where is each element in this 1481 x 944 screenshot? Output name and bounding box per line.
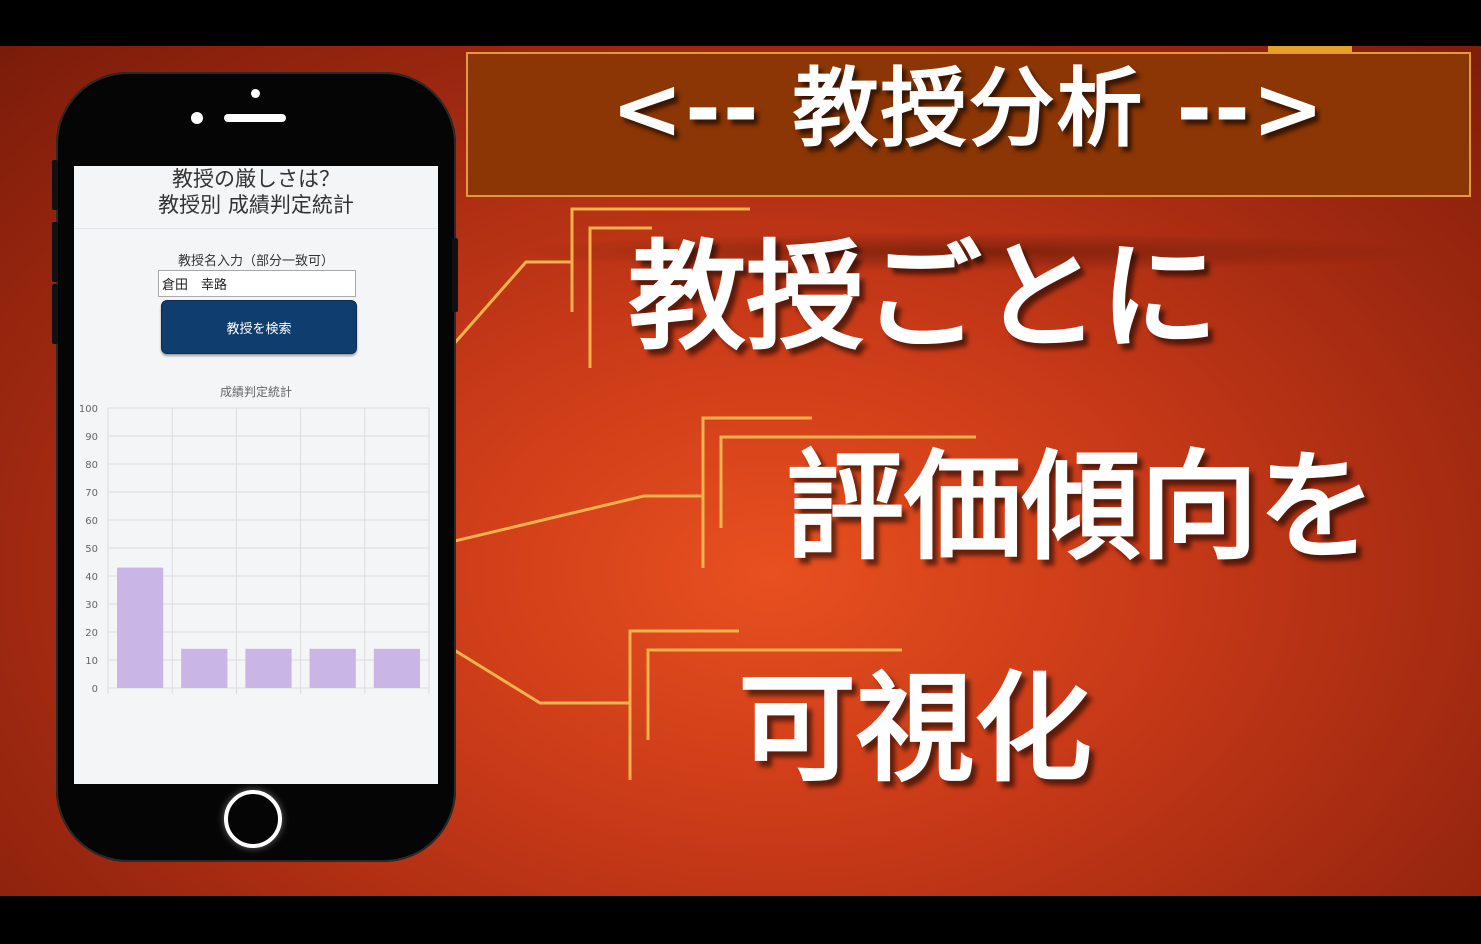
y-tick-label: 80 [85,460,98,471]
y-tick-label: 60 [85,516,98,527]
y-tick-label: 40 [85,572,98,583]
y-tick-label: 50 [85,544,98,555]
app-title-line-2: 教授別 成績判定統計 [158,193,354,217]
connector-1 [436,260,572,363]
bar-B [245,648,292,688]
app-title-line-1: 教授の厳しさは？ [172,167,340,191]
bar-S [116,567,164,688]
connector-3 [437,638,630,705]
caption-line-2: 評価傾向を [786,438,1377,576]
front-camera-icon [191,112,203,124]
phone-sensor [251,89,260,98]
phone-mute-switch [52,160,58,210]
professor-name-input[interactable] [158,270,356,297]
chart-title: 成績判定統計 [220,384,292,399]
y-tick-label: 10 [85,656,98,667]
phone-volume-down [52,284,58,344]
connector-2 [437,494,703,547]
y-tick-label: 30 [85,600,98,611]
y-tick-label: 90 [85,432,98,443]
phone-screen: 教授の厳しさは？ 教授別 成績判定統計 教授名入力（部分一致可） 教授を検索 成… [74,166,438,784]
professor-input-label: 教授名入力（部分一致可） [177,254,334,269]
y-tick-label: 100 [79,404,98,415]
bar-履 [373,648,421,688]
y-tick-label: 20 [85,628,98,639]
bar-C [309,648,356,688]
bar-A [181,648,228,688]
phone-volume-up [52,222,58,282]
grade-stats-chart: 成績判定統計 0102030405060708090100SABC履 [79,384,430,695]
home-button[interactable] [224,790,282,848]
y-tick-label: 70 [85,488,98,499]
phone-speaker [224,114,286,122]
caption-line-1: 教授ごとに [628,228,1219,366]
bracket-3-outer [628,629,739,780]
divider [74,228,438,229]
y-tick-label: 0 [92,684,98,695]
search-professor-button[interactable]: 教授を検索 [161,300,357,354]
phone-power-button [452,238,458,312]
caption-line-3: 可視化 [738,660,1093,798]
